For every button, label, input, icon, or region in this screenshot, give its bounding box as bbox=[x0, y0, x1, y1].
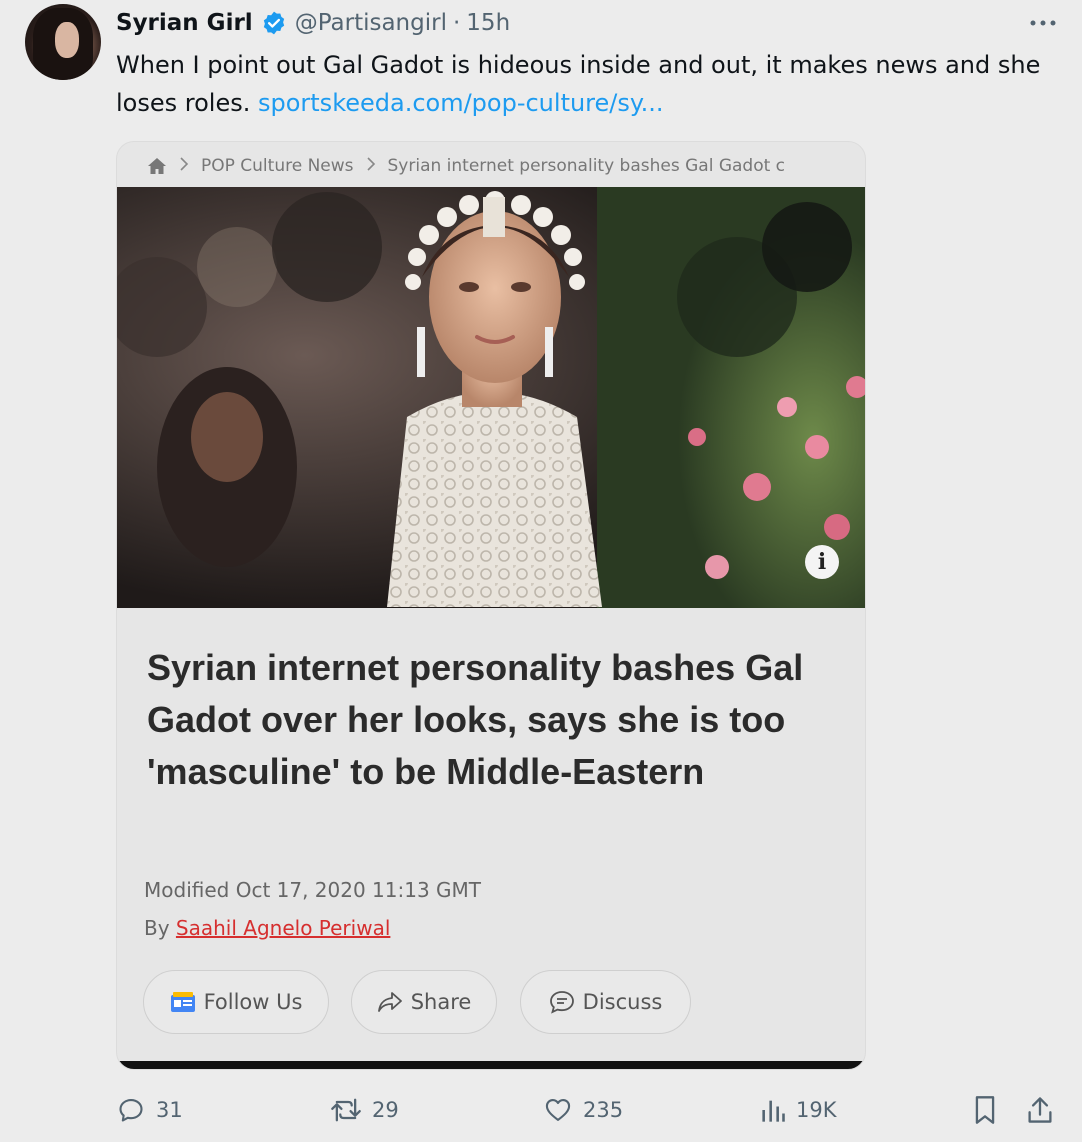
google-news-icon bbox=[170, 992, 195, 1012]
modified-date: Modified Oct 17, 2020 11:13 GMT bbox=[144, 878, 482, 902]
tweet-actions: 31 29 235 19K bbox=[0, 1092, 1082, 1132]
byline-prefix: By bbox=[144, 916, 176, 940]
reply-icon bbox=[119, 1099, 143, 1122]
bookmark-button[interactable] bbox=[972, 1092, 1008, 1128]
breadcrumb: POP Culture News Syrian internet persona… bbox=[147, 154, 837, 178]
reply-count: 31 bbox=[156, 1098, 183, 1122]
author-name[interactable]: Syrian Girl bbox=[116, 10, 253, 36]
tweet-time[interactable]: 15h bbox=[466, 10, 510, 36]
like-icon bbox=[545, 1099, 571, 1121]
reply-button[interactable]: 31 bbox=[116, 1092, 183, 1128]
share-button[interactable]: Share bbox=[351, 970, 497, 1034]
retweet-button[interactable]: 29 bbox=[330, 1092, 399, 1128]
retweet-icon bbox=[331, 1098, 361, 1122]
tweet[interactable]: Syrian Girl @Partisangirl · 15h When I p… bbox=[0, 0, 1082, 1142]
tweet-link[interactable]: sportskeeda.com/pop-culture/sy... bbox=[258, 89, 664, 117]
like-button[interactable]: 235 bbox=[543, 1092, 623, 1128]
discuss-label: Discuss bbox=[582, 990, 663, 1014]
tweet-text: When I point out Gal Gadot is hideous in… bbox=[116, 46, 1046, 122]
breadcrumb-section[interactable]: POP Culture News bbox=[201, 156, 354, 176]
retweet-count: 29 bbox=[372, 1098, 399, 1122]
separator-dot: · bbox=[452, 10, 461, 36]
article-hero-image[interactable]: i bbox=[117, 187, 865, 608]
discuss-button[interactable]: Discuss bbox=[520, 970, 691, 1034]
chevron-right-icon bbox=[366, 156, 376, 176]
follow-us-button[interactable]: Follow Us bbox=[143, 970, 329, 1034]
share-arrow-icon bbox=[377, 992, 402, 1012]
chevron-right-icon bbox=[179, 156, 189, 176]
more-icon[interactable] bbox=[1028, 8, 1058, 38]
views-icon bbox=[762, 1100, 785, 1122]
author-handle[interactable]: @Partisangirl bbox=[295, 10, 447, 36]
verified-badge-icon bbox=[263, 11, 284, 35]
info-icon[interactable]: i bbox=[805, 545, 839, 579]
share-label: Share bbox=[410, 990, 472, 1014]
byline: By Saahil Agnelo Periwal bbox=[144, 916, 390, 940]
tweet-header: Syrian Girl @Partisangirl · 15h bbox=[116, 8, 510, 38]
card-bottom-bar bbox=[117, 1061, 865, 1069]
author-link[interactable]: Saahil Agnelo Periwal bbox=[176, 916, 390, 940]
article-headline[interactable]: Syrian internet personality bashes Gal G… bbox=[147, 642, 847, 798]
like-count: 235 bbox=[583, 1098, 624, 1122]
discuss-bubble-icon bbox=[549, 991, 574, 1014]
share-icon bbox=[1028, 1097, 1052, 1123]
home-icon[interactable] bbox=[147, 157, 167, 175]
bookmark-icon bbox=[975, 1096, 995, 1124]
breadcrumb-current: Syrian internet personality bashes Gal G… bbox=[387, 156, 786, 176]
follow-us-label: Follow Us bbox=[203, 990, 303, 1014]
share-tweet-button[interactable] bbox=[1026, 1092, 1064, 1128]
views-button[interactable]: 19K bbox=[760, 1092, 837, 1128]
avatar[interactable] bbox=[25, 4, 101, 80]
link-preview-card[interactable]: POP Culture News Syrian internet persona… bbox=[116, 141, 866, 1070]
views-count: 19K bbox=[796, 1098, 837, 1122]
